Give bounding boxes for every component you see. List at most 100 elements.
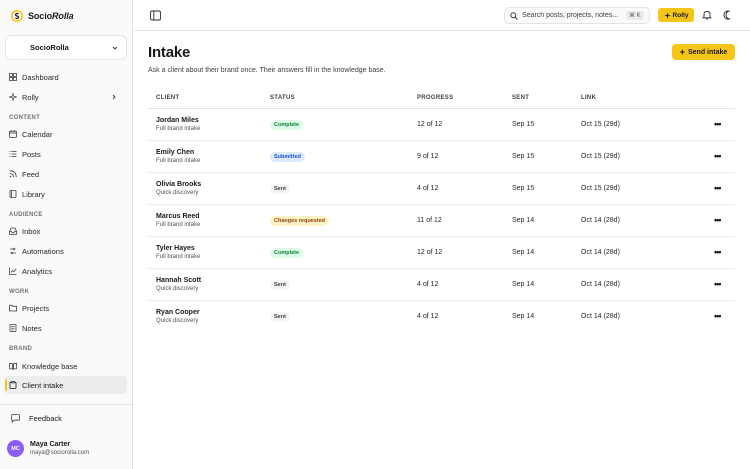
sidebar-item-calendar[interactable]: Calendar [5, 125, 127, 143]
row-more-options-icon[interactable]: ••• [714, 215, 722, 225]
chat-bubble-icon [11, 414, 20, 423]
chevron-right-icon [112, 94, 116, 100]
client-name: Ryan Cooper [156, 309, 200, 316]
intake-type: Quick discovery [156, 190, 199, 196]
sidebar-item-analytics[interactable]: Analytics [5, 262, 127, 280]
sidebar-item-label: Analytics [22, 266, 53, 276]
plus-icon: + [679, 46, 685, 57]
progress-cell: 4 of 12 [417, 185, 439, 192]
sidebar-item-inbox[interactable]: Inbox [5, 222, 127, 240]
status-badge: Submitted [270, 152, 305, 162]
search-input[interactable] [522, 12, 622, 19]
sidebar-item-notes[interactable]: Notes [5, 319, 127, 337]
client-cell: Hannah Scott Quick discovery [156, 276, 201, 294]
sidebar: SocioRolla SocioRolla Dashboard Rolly CO… [0, 0, 133, 469]
sidebar-item-label: Knowledge base [22, 361, 78, 371]
sidebar-item-client-intake[interactable]: Client intake [5, 376, 127, 394]
progress-cell: 4 of 12 [417, 281, 439, 288]
calendar-icon [9, 130, 17, 138]
row-more-options-icon[interactable]: ••• [714, 183, 722, 193]
rolly-button[interactable]: Rolly [658, 8, 694, 22]
sidebar-item-automations[interactable]: Automations [5, 242, 127, 260]
client-name: Olivia Brooks [156, 181, 202, 188]
sidebar-item-projects[interactable]: Projects [5, 299, 127, 317]
column-header-status: STATUS [270, 95, 295, 101]
sparkle-icon [9, 93, 17, 101]
section-label-work: WORK [9, 289, 30, 295]
table-row[interactable]: Tyler Hayes Full brand intake Complete 12 o… [148, 237, 735, 269]
table-row[interactable]: Marcus Reed Full brand intake Changes requ… [148, 205, 735, 237]
sidebar-item-dashboard[interactable]: Dashboard [5, 68, 127, 86]
note-icon [9, 324, 17, 332]
sidebar-item-rolly[interactable]: Rolly [5, 88, 127, 106]
link-expiry-cell: Oct 14 (28d) [581, 313, 620, 320]
client-name: Tyler Hayes [156, 245, 195, 252]
column-header-link: LINK [581, 95, 597, 101]
sidebar-item-feed[interactable]: Feed [5, 165, 127, 183]
notifications-bell-icon[interactable] [702, 10, 712, 20]
automation-icon [10, 247, 16, 255]
table-header: CLIENT STATUS PROGRESS SENT LINK [148, 89, 735, 109]
row-more-options-icon[interactable]: ••• [714, 119, 722, 129]
intake-type: Full brand intake [156, 254, 201, 260]
section-label-brand: BRAND [9, 346, 33, 352]
link-expiry-cell: Oct 15 (29d) [581, 153, 620, 160]
row-more-options-icon[interactable]: ••• [714, 311, 722, 321]
sidebar-item-knowledge-base[interactable]: Knowledge base [5, 357, 127, 375]
link-expiry-cell: Oct 15 (29d) [581, 121, 620, 128]
row-more-options-icon[interactable]: ••• [714, 151, 722, 161]
user-profile[interactable]: MC Maya Carter maya@sociorolla.com [7, 440, 89, 457]
section-label-audience: AUDIENCE [9, 212, 43, 218]
client-name: Emily Chen [156, 149, 195, 156]
link-expiry-cell: Oct 14 (28d) [581, 249, 620, 256]
search-shortcut: ⌘ K [626, 11, 644, 20]
sidebar-item-library[interactable]: Library [5, 185, 127, 203]
sidebar-item-label: Notes [22, 323, 42, 333]
intake-type: Quick discovery [156, 286, 199, 292]
client-cell: Ryan Cooper Quick discovery [156, 308, 200, 326]
sidebar-item-label: Posts [22, 149, 41, 159]
sidebar-item-label: Dashboard [22, 72, 59, 82]
sidebar-item-label: Library [22, 189, 45, 199]
send-intake-button[interactable]: + Send intake [672, 44, 735, 60]
user-name: Maya Carter [30, 441, 71, 448]
sidebar-item-label: Automations [22, 246, 64, 256]
table-row[interactable]: Jordan Miles Full brand intake Complete 12 … [148, 109, 735, 141]
sidebar-item-posts[interactable]: Posts [5, 145, 127, 163]
row-more-options-icon[interactable]: ••• [714, 279, 722, 289]
intake-type: Full brand intake [156, 158, 201, 164]
top-bar: ⌘ K Rolly [134, 0, 750, 31]
global-search[interactable]: ⌘ K [504, 7, 650, 24]
knowledge-icon [9, 362, 17, 370]
table-row[interactable]: Hannah Scott Quick discovery Sent 4 of 12 Se… [148, 269, 735, 301]
link-expiry-cell: Oct 14 (28d) [581, 217, 620, 224]
table-row[interactable]: Olivia Brooks Quick discovery Sent 4 of 12 S… [148, 173, 735, 205]
intake-type: Full brand intake [156, 222, 201, 228]
sidebar-toggle-icon[interactable] [150, 10, 161, 21]
user-email: maya@sociorolla.com [30, 450, 90, 456]
client-cell: Jordan Miles Full brand intake [156, 116, 200, 134]
list-icon [9, 151, 17, 157]
sparkle-icon [663, 11, 671, 19]
chevron-down-icon [112, 46, 118, 50]
workspace-switcher[interactable]: SocioRolla [5, 35, 127, 60]
theme-toggle-moon-icon[interactable] [723, 10, 733, 20]
table-row[interactable]: Ryan Cooper Quick discovery Sent 4 of 12 Sep… [148, 301, 735, 333]
sidebar-item-label: Projects [22, 303, 50, 313]
client-name: Marcus Reed [156, 213, 200, 220]
sent-date-cell: Sep 15 [512, 121, 535, 128]
sidebar-item-label: Rolly [22, 92, 39, 102]
progress-cell: 4 of 12 [417, 313, 439, 320]
row-more-options-icon[interactable]: ••• [714, 247, 722, 257]
feedback-link[interactable]: Feedback [11, 414, 62, 423]
link-expiry-cell: Oct 15 (29d) [581, 185, 620, 192]
progress-cell: 12 of 12 [417, 249, 443, 256]
sent-date-cell: Sep 14 [512, 249, 535, 256]
folder-icon [9, 304, 17, 312]
brand-name: SocioRolla [28, 11, 74, 21]
brand-logo[interactable]: SocioRolla [11, 10, 74, 22]
rss-icon [9, 170, 17, 178]
table-row[interactable]: Emily Chen Full brand intake Submitted 9 of… [148, 141, 735, 173]
sent-date-cell: Sep 14 [512, 313, 535, 320]
client-cell: Olivia Brooks Quick discovery [156, 180, 201, 198]
